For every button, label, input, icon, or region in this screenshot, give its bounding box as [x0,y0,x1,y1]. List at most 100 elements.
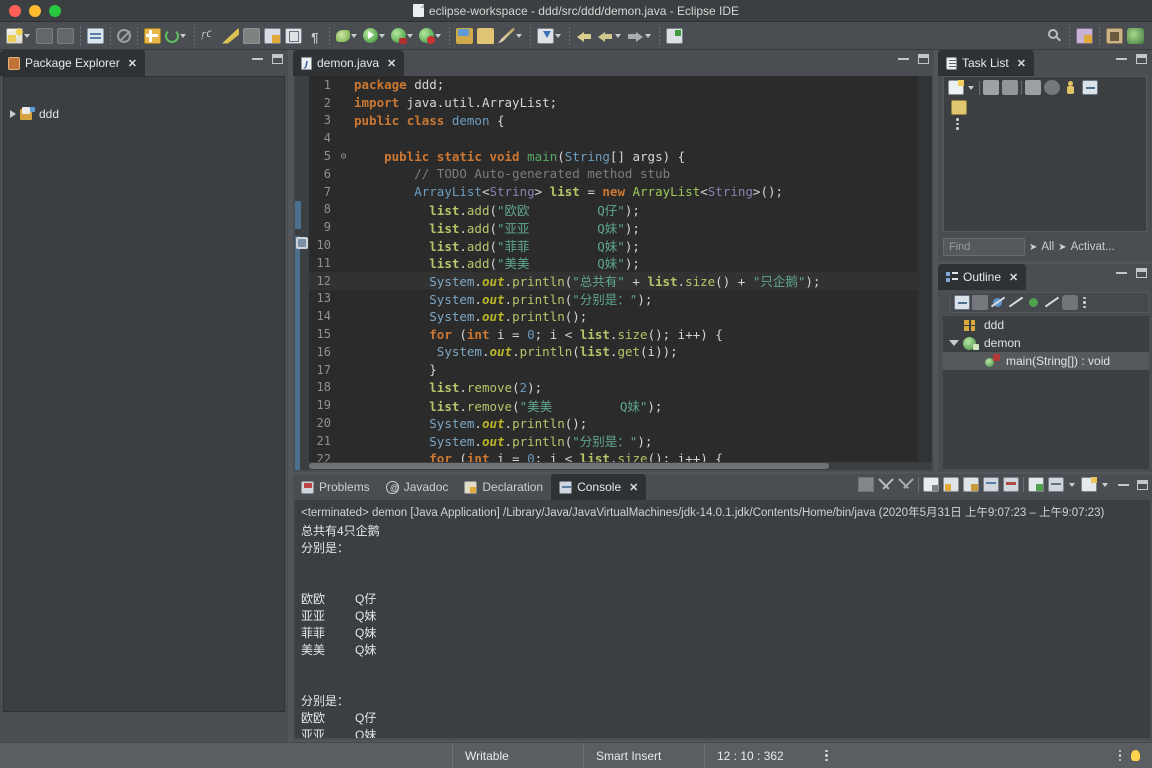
toolbar-button-open-resource[interactable] [475,24,496,48]
toolbar-button-run[interactable] [361,24,389,48]
outline-item[interactable]: main(String[]) : void [943,352,1149,370]
expand-twisty-icon[interactable] [949,340,959,346]
code-line[interactable]: 5 ⊝ public static void main(String[] args… [295,147,932,165]
code-line[interactable]: 1 package ddd; [295,76,932,94]
code-lines[interactable]: 1 package ddd; 2 import java.util.ArrayList… [295,76,932,470]
code-line[interactable]: 18 list.remove(2); [295,379,932,397]
filter-all-label[interactable]: All [1041,241,1054,253]
tab-package-explorer[interactable]: Package Explorer ✕ [0,50,145,76]
code-line[interactable]: 12 System.out.println("总共有" + list.size(… [295,271,932,290]
code-line[interactable]: 16 System.out.println(list.get(i)); [295,343,932,361]
word-wrap-icon[interactable] [963,477,979,492]
new-wizard-dropdown-arrow[interactable] [24,33,30,38]
toolbar-button-run-config[interactable] [417,24,445,48]
task-list-body[interactable] [943,76,1147,232]
toolbar-button-new-wizard[interactable] [4,24,34,48]
categorize-icon[interactable] [983,80,999,95]
toolbar-button-quick-search[interactable] [1044,24,1065,48]
perspective-java-button[interactable] [1074,24,1095,48]
minimize-icon[interactable] [1116,272,1127,274]
tab-problems[interactable]: Problems [293,474,378,500]
task-list-content[interactable] [944,98,1146,132]
maximize-icon[interactable] [1137,479,1148,490]
code-line[interactable]: 2 import java.util.ArrayList; [295,94,932,112]
remove-launch-icon[interactable] [878,477,894,492]
toolbar-button-skip-breakpoints[interactable] [115,24,133,48]
code-line[interactable]: 13 System.out.println("分别是："); [295,290,932,308]
tab-demon-java[interactable]: J demon.java ✕ [293,50,405,76]
debug-dropdown-arrow[interactable] [407,33,413,38]
forward-dropdown-arrow[interactable] [645,33,651,38]
maximize-icon[interactable] [1136,54,1147,64]
code-line[interactable]: 6 // TODO Auto-generated method stub [295,165,932,183]
console-output-area[interactable]: <terminated> demon [Java Application] /L… [295,500,1150,738]
toolbar-button-new-java-class[interactable] [142,24,163,48]
toolbar-button-search[interactable] [220,24,241,48]
new-task-dropdown-arrow[interactable] [968,85,974,90]
code-line[interactable]: 4 [295,129,932,147]
package-explorer-tree[interactable]: ddd [3,76,285,712]
toolbar-button-forward[interactable] [625,24,655,48]
perspective-debug-button[interactable] [1104,24,1125,48]
tab-task-list[interactable]: Task List ✕ [938,50,1034,76]
code-line[interactable]: 7 ArrayList<String> list = new ArrayList… [295,183,932,201]
filter-activate-label[interactable]: Activat... [1071,241,1115,253]
minimize-icon[interactable] [1116,58,1127,60]
close-icon[interactable]: ✕ [387,57,396,70]
toolbar-button-coverage[interactable] [334,24,361,48]
minimize-icon[interactable] [252,58,263,60]
toolbar-button-last-edit-location[interactable] [664,24,685,48]
todo-marker-icon[interactable] [296,237,308,249]
outline-tree[interactable]: ddd demon main(String[]) : void [943,316,1149,469]
editor-text-area[interactable]: 1 package ddd; 2 import java.util.ArrayList… [295,76,932,470]
tree-item-ddd[interactable]: ddd [4,105,284,123]
toolbar-button-save[interactable] [34,24,55,48]
toolbar-button-save-all[interactable] [55,24,76,48]
code-line[interactable]: 9 list.add("亚亚 Q妹"); [295,218,932,236]
close-icon[interactable]: ✕ [1017,57,1026,70]
hide-fields-icon[interactable] [990,295,1006,310]
code-line[interactable]: 19 list.remove("美美 Q妹"); [295,396,932,414]
maximize-icon[interactable] [918,54,929,64]
new-task-icon[interactable] [948,80,964,95]
display-selected-console-icon[interactable] [1028,477,1044,492]
task-overflow-menu-icon[interactable] [953,118,1141,130]
edit-dropdown-arrow[interactable] [516,33,522,38]
toolbar-button-open-type[interactable] [262,24,283,48]
link-editor-icon[interactable] [972,295,988,310]
toolbar-button-refresh[interactable] [163,24,190,48]
collapse-all-icon[interactable] [954,295,970,310]
toolbar-button-open-folder[interactable] [241,24,262,48]
run-config-dropdown-arrow[interactable] [435,33,441,38]
run-dropdown-arrow[interactable] [379,33,385,38]
minimize-window-button[interactable] [29,4,41,17]
toolbar-button-open-task[interactable] [283,24,304,48]
folder-icon[interactable] [1025,80,1041,95]
expand-twisty-icon[interactable] [10,110,16,118]
tab-console[interactable]: Console ✕ [551,474,647,500]
toolbar-button-debug[interactable] [389,24,417,48]
toolbar-button-new-java-project[interactable] [454,24,475,48]
view-menu-dropdown-arrow[interactable] [1102,482,1108,487]
toolbar-button-import[interactable] [535,24,565,48]
toolbar-button-back2[interactable] [595,24,625,48]
show-console-icon[interactable] [983,477,999,492]
collapse-icon[interactable] [1082,80,1098,95]
close-window-button[interactable] [9,4,21,17]
code-line[interactable]: 11 list.add("美美 Q妹"); [295,254,932,272]
overflow-dots-icon[interactable] [825,749,828,762]
maximize-icon[interactable] [272,54,283,64]
restore-icon[interactable] [951,100,967,115]
open-console-icon[interactable] [1048,477,1064,492]
tab-outline[interactable]: Outline ✕ [938,264,1027,290]
import-dropdown-arrow[interactable] [555,33,561,38]
outline-item[interactable]: demon [943,334,1149,352]
scroll-lock-icon[interactable] [943,477,959,492]
coverage-dropdown-arrow[interactable] [351,33,357,38]
toolbar-button-externalize-strings[interactable]: ŗC [199,24,220,48]
minimize-icon[interactable] [1118,483,1129,486]
editor-overview-ruler[interactable] [918,76,932,470]
close-icon[interactable]: ✕ [629,481,638,494]
hide-local-icon[interactable] [1044,295,1060,310]
terminate-icon[interactable] [858,477,874,492]
